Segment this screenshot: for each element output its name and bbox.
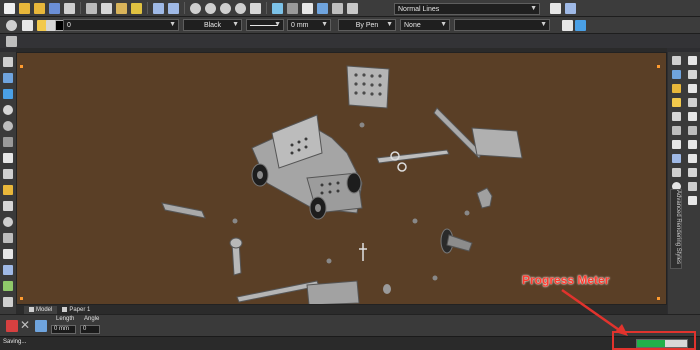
annotation-highlight-box [612, 331, 696, 350]
annotation-arrow [561, 288, 628, 336]
application-window: Normal Lines ▼ 0 ▼ Black ▼ ▼ 0 mm ▼ By P… [0, 0, 700, 350]
annotation-label: Progress Meter [522, 273, 610, 287]
